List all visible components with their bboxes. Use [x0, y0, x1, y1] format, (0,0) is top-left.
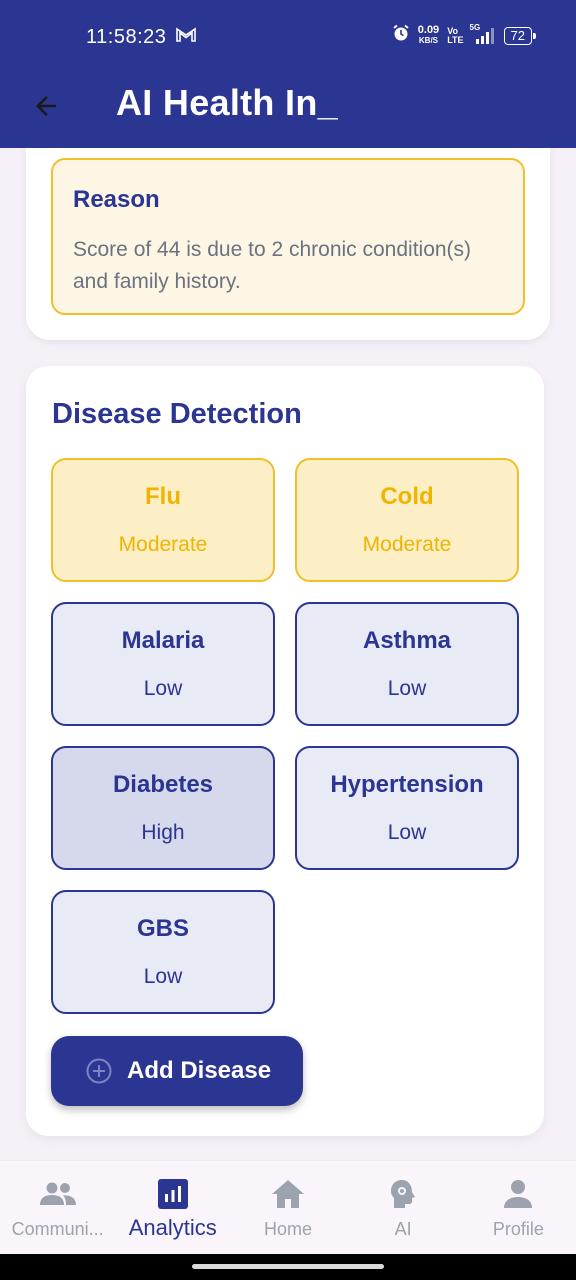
reason-text: Score of 44 is due to 2 chronic conditio… [73, 238, 472, 293]
page-title: AI Health In_ [116, 82, 338, 123]
nav-item-home[interactable]: Home [230, 1161, 345, 1254]
disease-name: Malaria [121, 627, 205, 654]
nav-item-profile[interactable]: Profile [461, 1161, 576, 1254]
people-icon [38, 1177, 78, 1211]
disease-grid: Flu Moderate Cold Moderate Malaria Low A… [51, 458, 519, 1014]
arrow-back-icon [36, 96, 56, 116]
disease-detection-title: Disease Detection [52, 398, 302, 430]
back-button[interactable] [26, 86, 66, 126]
disease-name: GBS [136, 915, 189, 942]
bottom-navigation: Communi... Analytics Home AI Profile [0, 1160, 576, 1254]
person-icon [498, 1177, 538, 1211]
nav-label: Profile [492, 1219, 544, 1239]
nav-item-community[interactable]: Communi... [0, 1161, 115, 1254]
disease-name: Asthma [362, 627, 452, 654]
add-disease-button[interactable]: Add Disease [51, 1036, 303, 1106]
disease-tile-malaria[interactable]: Malaria Low [51, 602, 275, 726]
disease-name: Cold [380, 483, 434, 510]
health-score-card: Reason Score of 44 is due to 2 chronic c… [26, 148, 550, 340]
home-indicator[interactable] [192, 1264, 384, 1269]
app-bar: AI Health In_ [0, 76, 576, 148]
add-disease-label: Add Disease [127, 1057, 272, 1084]
scroll-content[interactable]: Reason Score of 44 is due to 2 chronic c… [0, 148, 576, 1160]
signal-icon: 5G [470, 23, 496, 45]
disease-tile-asthma[interactable]: Asthma Low [295, 602, 519, 726]
nav-label: AI [394, 1219, 412, 1239]
nav-label: Communi... [11, 1219, 104, 1239]
disease-name: Flu [145, 483, 181, 510]
disease-name: Diabetes [112, 771, 214, 798]
net-speed: 0.09 KB/S [418, 25, 439, 46]
status-bar: 11:58:23 0.09 KB/S Vo LTE 5G 72 [0, 0, 576, 76]
disease-risk-level: Low [387, 677, 427, 700]
alarm-icon [392, 24, 410, 47]
analytics-icon [153, 1177, 193, 1211]
disease-detection-card: Disease Detection Flu Moderate Cold Mode… [26, 366, 544, 1136]
home-icon [268, 1177, 308, 1211]
nav-item-analytics[interactable]: Analytics [115, 1161, 230, 1254]
disease-risk-level: Low [143, 677, 183, 700]
status-time: 11:58:23 [86, 26, 167, 48]
disease-name: Hypertension [330, 771, 484, 798]
reason-title: Reason [73, 186, 160, 213]
net-speed-value: 0.09 [417, 24, 440, 36]
status-indicators: 0.09 KB/S Vo LTE 5G 72 [392, 23, 537, 47]
volte-indicator: Vo LTE [447, 26, 464, 45]
battery-indicator: 72 [503, 26, 537, 45]
nav-label: Home [263, 1219, 312, 1239]
disease-tile-flu[interactable]: Flu Moderate [51, 458, 275, 582]
disease-tile-hypertension[interactable]: Hypertension Low [295, 746, 519, 870]
disease-risk-level: Moderate [118, 533, 208, 556]
disease-risk-level: High [141, 821, 185, 844]
nav-item-ai[interactable]: AI [346, 1161, 461, 1254]
net-speed-unit: KB/S [418, 36, 439, 45]
disease-tile-gbs[interactable]: GBS Low [51, 890, 275, 1014]
disease-tile-cold[interactable]: Cold Moderate [295, 458, 519, 582]
network-type: 5G [469, 22, 481, 32]
gesture-bar [0, 1254, 576, 1280]
disease-risk-level: Moderate [362, 533, 452, 556]
volte-bottom: LTE [447, 34, 464, 45]
reason-box: Reason Score of 44 is due to 2 chronic c… [51, 158, 525, 315]
nav-label: Analytics [128, 1215, 217, 1240]
disease-risk-level: Low [143, 965, 183, 988]
disease-risk-level: Low [387, 821, 427, 844]
disease-tile-diabetes[interactable]: Diabetes High [51, 746, 275, 870]
add-circle-icon [86, 1058, 112, 1084]
gmail-notification-icon [176, 27, 196, 48]
ai-brain-icon [383, 1177, 423, 1211]
